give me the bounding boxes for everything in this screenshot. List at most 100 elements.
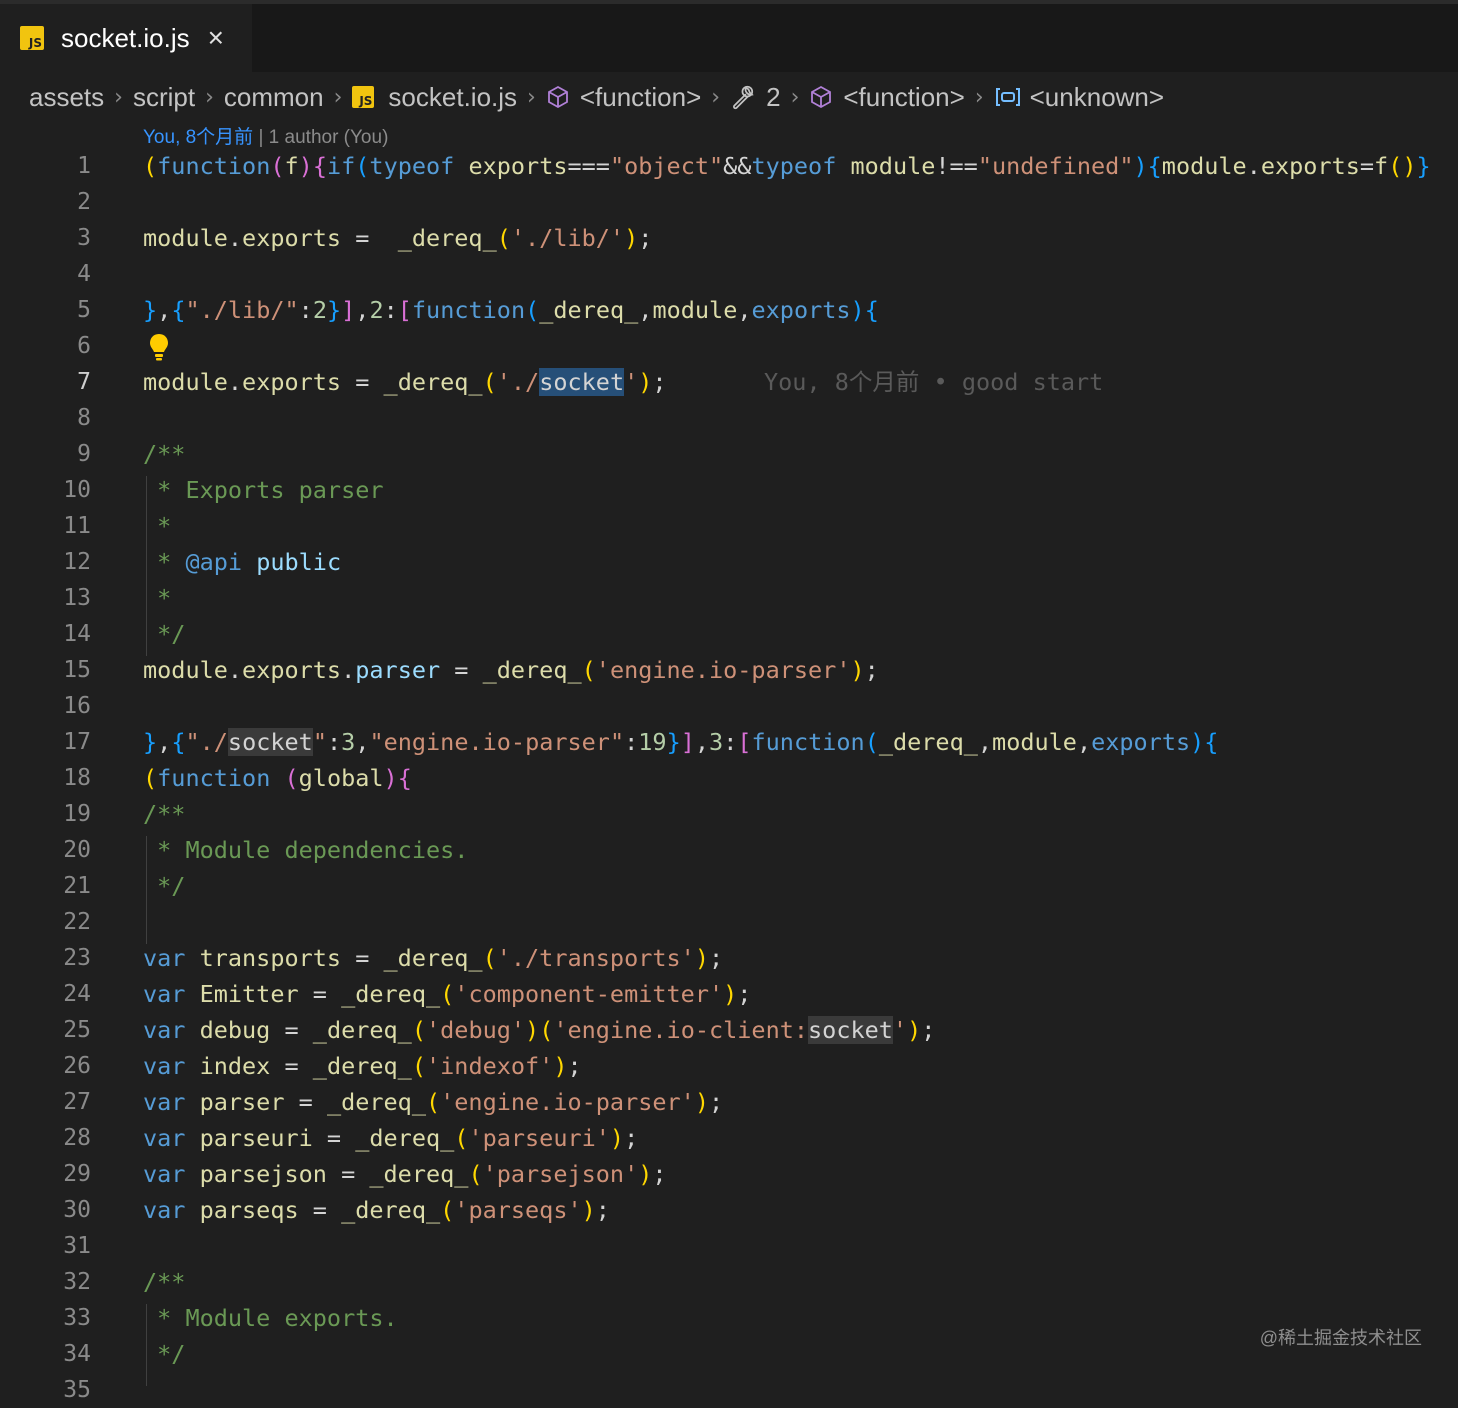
code-line[interactable]: * Exports parser — [143, 472, 383, 508]
code-token: var — [143, 1052, 200, 1080]
code-token: ; — [638, 224, 653, 252]
code-token: 'parseuri' — [468, 1124, 610, 1152]
code-line[interactable]: */ — [143, 1336, 185, 1372]
code-token: exports — [242, 656, 342, 684]
breadcrumb-assets[interactable]: assets — [29, 82, 104, 113]
code-line[interactable]: /** — [143, 796, 185, 832]
code-line[interactable]: module.exports = _dereq_('./socket'); — [143, 364, 667, 400]
code-line[interactable]: var parsejson = _dereq_('parsejson'); — [143, 1156, 667, 1192]
breadcrumb-script[interactable]: script — [133, 82, 195, 113]
code-token: ( — [270, 152, 285, 180]
breadcrumb-file[interactable]: socket.io.js — [388, 82, 517, 113]
code-token: ( — [482, 368, 497, 396]
code-line[interactable]: },{"./lib/":2}],2:[function(_dereq_,modu… — [143, 292, 879, 328]
code-token: 2 — [369, 296, 384, 324]
code-token: ) — [723, 980, 738, 1008]
code-token: : — [624, 728, 639, 756]
code-token: ) — [581, 1196, 596, 1224]
code-token: !== — [935, 152, 978, 180]
code-token: ) — [383, 764, 398, 792]
code-line[interactable]: * @api public — [143, 544, 341, 580]
code-token: './ — [496, 368, 540, 396]
code-line[interactable]: var transports = _dereq_('./transports')… — [143, 940, 723, 976]
code-token: */ — [143, 1340, 186, 1368]
line-number: 34 — [63, 1341, 91, 1367]
line-number: 15 — [63, 657, 91, 683]
code-line[interactable]: * Module exports. — [143, 1300, 398, 1336]
code-token: ) — [638, 1160, 653, 1188]
chevron-right-icon: › — [790, 84, 800, 110]
breadcrumb-function-2[interactable]: <function> — [843, 82, 964, 113]
line-number: 30 — [63, 1197, 91, 1223]
code-token: ) — [298, 152, 313, 180]
line-number: 32 — [63, 1269, 91, 1295]
code-token: = — [341, 944, 384, 972]
code-token: socket — [227, 728, 313, 756]
chevron-right-icon: › — [114, 84, 123, 110]
code-line[interactable]: module.exports.parser = _dereq_('engine.… — [143, 652, 879, 688]
line-number: 24 — [63, 981, 91, 1007]
line-number: 7 — [77, 369, 91, 395]
code-line[interactable]: * Module dependencies. — [143, 832, 468, 868]
code-line[interactable]: var index = _dereq_('indexof'); — [143, 1048, 582, 1084]
code-line[interactable]: var parseqs = _dereq_('parseqs'); — [143, 1192, 610, 1228]
code-token: module — [652, 296, 738, 324]
code-editor[interactable]: 1 2 3 4 5 6 7 8 9 10 11 12 13 14 15 16 17 18 19 20 21 22 23 24 2… — [0, 148, 1458, 1403]
code-token: exports — [1260, 152, 1360, 180]
code-line[interactable]: module.exports = _dereq_('./lib/'); — [143, 220, 652, 256]
breadcrumb-property-2[interactable]: 2 — [766, 82, 780, 113]
code-token: = — [341, 224, 398, 252]
code-token: ( — [411, 1052, 426, 1080]
code-line[interactable]: /** — [143, 1264, 185, 1300]
code-token: './transports' — [496, 944, 695, 972]
code-token: _dereq_ — [326, 1088, 426, 1116]
code-token: */ — [143, 872, 186, 900]
code-line[interactable]: */ — [143, 616, 185, 652]
code-token: = — [270, 1016, 313, 1044]
code-token: } — [143, 728, 158, 756]
code-line[interactable]: var Emitter = _dereq_('component-emitter… — [143, 976, 751, 1012]
code-token: 'engine.io-client: — [553, 1016, 809, 1044]
git-codelens[interactable]: You, 8个月前 | 1 author (You) — [143, 122, 388, 149]
watermark: @稀土掘金技术社区 — [1259, 1328, 1422, 1348]
code-token: _dereq_ — [539, 296, 639, 324]
line-number: 4 — [77, 261, 91, 287]
code-token: = — [440, 656, 483, 684]
close-tab-icon[interactable]: × — [208, 24, 224, 52]
breadcrumb-function-1[interactable]: <function> — [580, 82, 701, 113]
code-token: { — [864, 296, 879, 324]
cube-function-icon — [809, 85, 833, 109]
code-line[interactable]: var parser = _dereq_('engine.io-parser')… — [143, 1084, 723, 1120]
breadcrumb-common[interactable]: common — [224, 82, 324, 113]
tab-socket-io-js[interactable]: JS socket.io.js × — [0, 4, 252, 72]
code-token: exports — [751, 296, 851, 324]
breadcrumb: assets › script › common › JS socket.io.… — [0, 72, 1458, 122]
code-token: 3 — [709, 728, 724, 756]
code-line[interactable]: (function (global){ — [143, 760, 412, 796]
lightbulb-icon[interactable] — [148, 332, 170, 367]
code-token: socket — [539, 368, 625, 396]
code-line[interactable]: var parseuri = _dereq_('parseuri'); — [143, 1120, 638, 1156]
code-token: _dereq_ — [383, 944, 483, 972]
code-token: , — [157, 728, 172, 756]
breadcrumb-unknown[interactable]: <unknown> — [1030, 82, 1164, 113]
code-token: module — [992, 728, 1077, 756]
line-number: 28 — [63, 1125, 91, 1151]
code-token: , — [355, 296, 370, 324]
code-line[interactable]: * — [143, 580, 171, 616]
code-token: function — [157, 764, 285, 792]
code-token: var — [143, 1124, 200, 1152]
code-line[interactable]: },{"./socket":3,"engine.io-parser":19}],… — [143, 724, 1218, 760]
chevron-right-icon: › — [333, 84, 343, 110]
code-token: 'component-emitter' — [454, 980, 724, 1008]
code-line[interactable]: (function(f){if(typeof exports==="object… — [143, 148, 1431, 184]
code-token: [ — [397, 296, 412, 324]
code-token: "engine.io-parser" — [369, 728, 625, 756]
code-line[interactable]: var debug = _dereq_('debug')('engine.io-… — [143, 1012, 935, 1048]
code-line[interactable]: */ — [143, 868, 185, 904]
code-line[interactable]: /** — [143, 436, 185, 472]
code-token: ( — [143, 152, 158, 180]
line-number: 29 — [63, 1161, 91, 1187]
code-line[interactable]: * — [143, 508, 171, 544]
code-token: . — [227, 224, 243, 252]
